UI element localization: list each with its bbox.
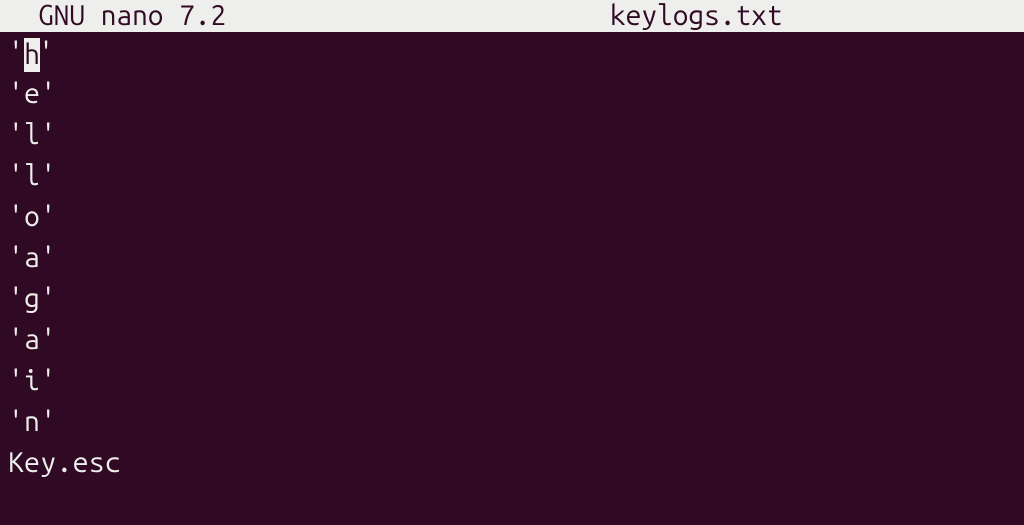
editor-line: 'i' [0, 360, 1024, 401]
editor-line: 'g' [0, 278, 1024, 319]
editor-line: 'n' [0, 401, 1024, 442]
editor-area[interactable]: 'h' 'e' 'l' 'l' 'o' 'a' 'g' 'a' 'i' 'n' … [0, 32, 1024, 483]
title-bar: GNU nano 7.2 keylogs.txt [0, 0, 1024, 32]
editor-line: Key.esc [0, 442, 1024, 483]
editor-line: 'a' [0, 237, 1024, 278]
app-name: GNU nano 7.2 [38, 0, 226, 32]
editor-line: 'a' [0, 319, 1024, 360]
line-text-post: ' [38, 37, 54, 68]
filename: keylogs.txt [610, 0, 782, 32]
editor-line: 'o' [0, 196, 1024, 237]
editor-line: 'l' [0, 114, 1024, 155]
editor-line: 'l' [0, 155, 1024, 196]
editor-line: 'h' [0, 32, 1024, 73]
editor-line: 'e' [0, 73, 1024, 114]
line-text-pre: ' [8, 37, 24, 68]
